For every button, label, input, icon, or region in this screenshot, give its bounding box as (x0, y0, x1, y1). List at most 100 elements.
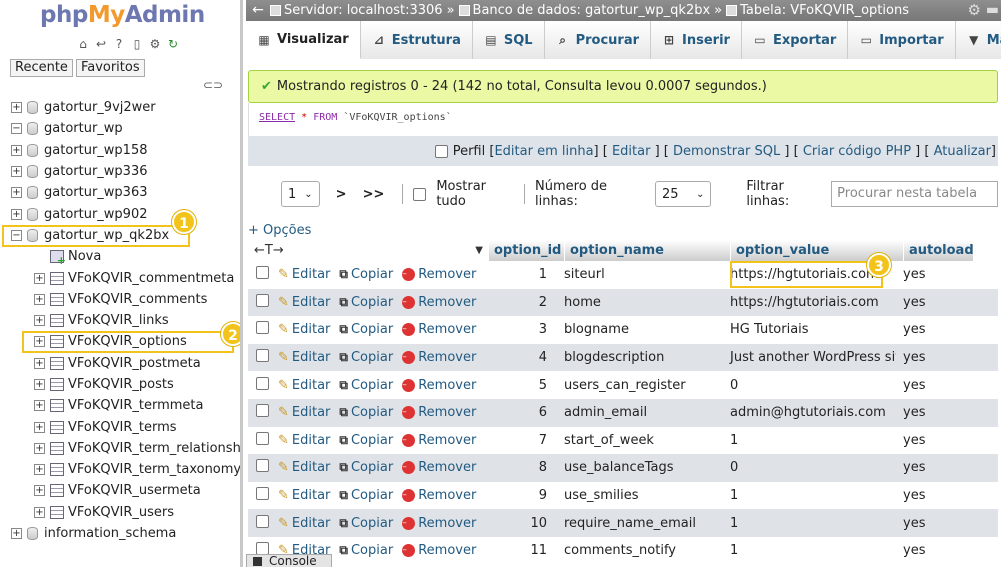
row-checkbox[interactable] (256, 376, 269, 390)
cell-option-value[interactable]: Just another WordPress site (723, 350, 896, 365)
cell-option-id[interactable]: 3 (489, 322, 557, 337)
cell-option-value[interactable]: 0 (723, 460, 896, 475)
copy-button[interactable]: ⧉ Copiar (339, 295, 393, 310)
table-node[interactable]: + VFoKQVIR_terms (0, 416, 240, 437)
cell-autoload[interactable]: yes (896, 295, 966, 310)
link-icon[interactable]: ⊂⊃ (203, 78, 223, 92)
expand-icon[interactable]: + (34, 400, 45, 412)
tab-sql[interactable]: ▤ SQL (472, 21, 545, 59)
table-node[interactable]: + VFoKQVIR_comments (0, 289, 240, 310)
copy-button[interactable]: ⧉ Copiar (339, 460, 393, 475)
rows-select[interactable]: 25 ⌄ (655, 181, 712, 207)
sort-dropdown-icon[interactable]: ▼ (475, 245, 483, 256)
gear-icon[interactable]: ⚙ (968, 0, 981, 21)
remove-button[interactable]: – Remover (402, 516, 476, 531)
edit-button[interactable]: ✎ Editar (278, 350, 330, 365)
settings-icon[interactable]: ⚙ (148, 37, 162, 51)
edit-button[interactable]: ✎ Editar (278, 295, 330, 310)
cell-option-name[interactable]: blogname (557, 322, 723, 337)
expand-icon[interactable]: + (34, 442, 45, 454)
expand-icon[interactable]: + (34, 379, 45, 390)
edit-button[interactable]: ✎ Editar (278, 267, 330, 282)
expand-icon[interactable]: + (34, 357, 45, 369)
tab-import[interactable]: ▭ Importar (848, 21, 956, 59)
edit-button[interactable]: ✎ Editar (278, 516, 330, 531)
tab-structure[interactable]: ⊿ Estrutura (360, 21, 473, 59)
cell-option-id[interactable]: 8 (489, 460, 557, 475)
create-php-link[interactable]: Criar código PHP (803, 144, 911, 159)
expand-icon[interactable]: + (34, 315, 45, 327)
copy-button[interactable]: ⧉ Copiar (339, 516, 393, 531)
cell-option-value[interactable]: HG Tutoriais (723, 322, 896, 337)
column-option-name[interactable]: option_name (565, 240, 731, 261)
cell-autoload[interactable]: yes (896, 378, 966, 393)
table-node[interactable]: + VFoKQVIR_term_taxonomy (0, 459, 240, 480)
copy-button[interactable]: ⧉ Copiar (339, 267, 393, 282)
db-node[interactable]: − gatortur_wp (0, 118, 240, 139)
copy-button[interactable]: ⧉ Copiar (339, 350, 393, 365)
page-select[interactable]: 1 ⌄ (281, 181, 320, 207)
row-checkbox[interactable] (256, 293, 269, 307)
recent-tab[interactable]: Recente (10, 59, 73, 77)
edit-button[interactable]: ✎ Editar (278, 405, 330, 420)
table-node[interactable]: + VFoKQVIR_posts (0, 374, 240, 395)
last-page-button[interactable]: >> (355, 187, 393, 202)
cell-autoload[interactable]: yes (896, 460, 966, 475)
db-node[interactable]: + gatortur_wp363 (0, 182, 240, 203)
remove-button[interactable]: – Remover (402, 543, 476, 558)
options-link[interactable]: + Opções (248, 223, 311, 238)
filter-rows-input[interactable]: Procurar nesta tabela (831, 181, 998, 207)
remove-button[interactable]: – Remover (402, 350, 476, 365)
breadcrumb-server[interactable]: Servidor: localhost:3306 (270, 0, 443, 21)
cell-autoload[interactable]: yes (896, 543, 966, 558)
help-icon[interactable]: ? (112, 37, 126, 51)
row-checkbox[interactable] (256, 487, 269, 501)
cell-option-id[interactable]: 4 (489, 350, 557, 365)
reload-icon[interactable]: ↻ (166, 37, 180, 51)
db-node[interactable]: + information_schema (0, 523, 240, 544)
cell-option-id[interactable]: 1 (489, 267, 557, 282)
cell-option-id[interactable]: 6 (489, 405, 557, 420)
table-node[interactable]: + VFoKQVIR_postmeta (0, 353, 240, 374)
cell-option-name[interactable]: start_of_week (557, 433, 723, 448)
cell-option-id[interactable]: 7 (489, 433, 557, 448)
remove-button[interactable]: – Remover (402, 433, 476, 448)
cell-option-value[interactable]: 1 (723, 433, 896, 448)
logout-icon[interactable]: ↩ (94, 37, 108, 51)
expand-icon[interactable]: + (11, 208, 22, 220)
inline-edit-link[interactable]: Editar em linha (494, 144, 593, 159)
cell-option-id[interactable]: 9 (489, 488, 557, 503)
phpmyadmin-logo[interactable]: phpMyAdmin (40, 2, 205, 28)
copy-button[interactable]: ⧉ Copiar (339, 378, 393, 393)
copy-button[interactable]: ⧉ Copiar (339, 433, 393, 448)
cell-option-value[interactable]: 0 (723, 378, 896, 393)
row-checkbox[interactable] (256, 321, 269, 335)
show-all-checkbox[interactable] (413, 187, 427, 201)
copy-button[interactable]: ⧉ Copiar (339, 405, 393, 420)
cell-option-name[interactable]: use_balanceTags (557, 460, 723, 475)
expand-icon[interactable]: + (34, 421, 45, 433)
docs-icon[interactable]: ▯ (130, 37, 144, 51)
cell-option-value[interactable]: 1 (723, 488, 896, 503)
cell-autoload[interactable]: yes (896, 405, 966, 420)
remove-button[interactable]: – Remover (402, 378, 476, 393)
resize-arrows-icon[interactable]: ←T→ (254, 243, 284, 258)
copy-button[interactable]: ⧉ Copiar (339, 543, 393, 558)
cell-option-name[interactable]: home (557, 295, 723, 310)
cell-option-id[interactable]: 10 (489, 516, 557, 531)
expand-icon[interactable]: + (11, 187, 22, 199)
row-checkbox[interactable] (256, 266, 269, 280)
cell-option-id[interactable]: 11 (489, 543, 557, 558)
cell-option-name[interactable]: users_can_register (557, 378, 723, 393)
cell-autoload[interactable]: yes (896, 322, 966, 337)
db-node[interactable]: + gatortur_wp902 (0, 203, 240, 224)
cell-option-id[interactable]: 5 (489, 378, 557, 393)
expand-icon[interactable]: + (11, 166, 22, 178)
console-tab[interactable]: Console (246, 554, 332, 567)
remove-button[interactable]: – Remover (402, 405, 476, 420)
expand-icon[interactable]: + (34, 293, 45, 305)
tab-search[interactable]: ⌕ Procurar (544, 21, 652, 59)
table-node[interactable]: + VFoKQVIR_commentmeta (0, 267, 240, 288)
table-node[interactable]: + VFoKQVIR_links (0, 310, 240, 331)
expand-icon[interactable]: + (34, 485, 45, 497)
